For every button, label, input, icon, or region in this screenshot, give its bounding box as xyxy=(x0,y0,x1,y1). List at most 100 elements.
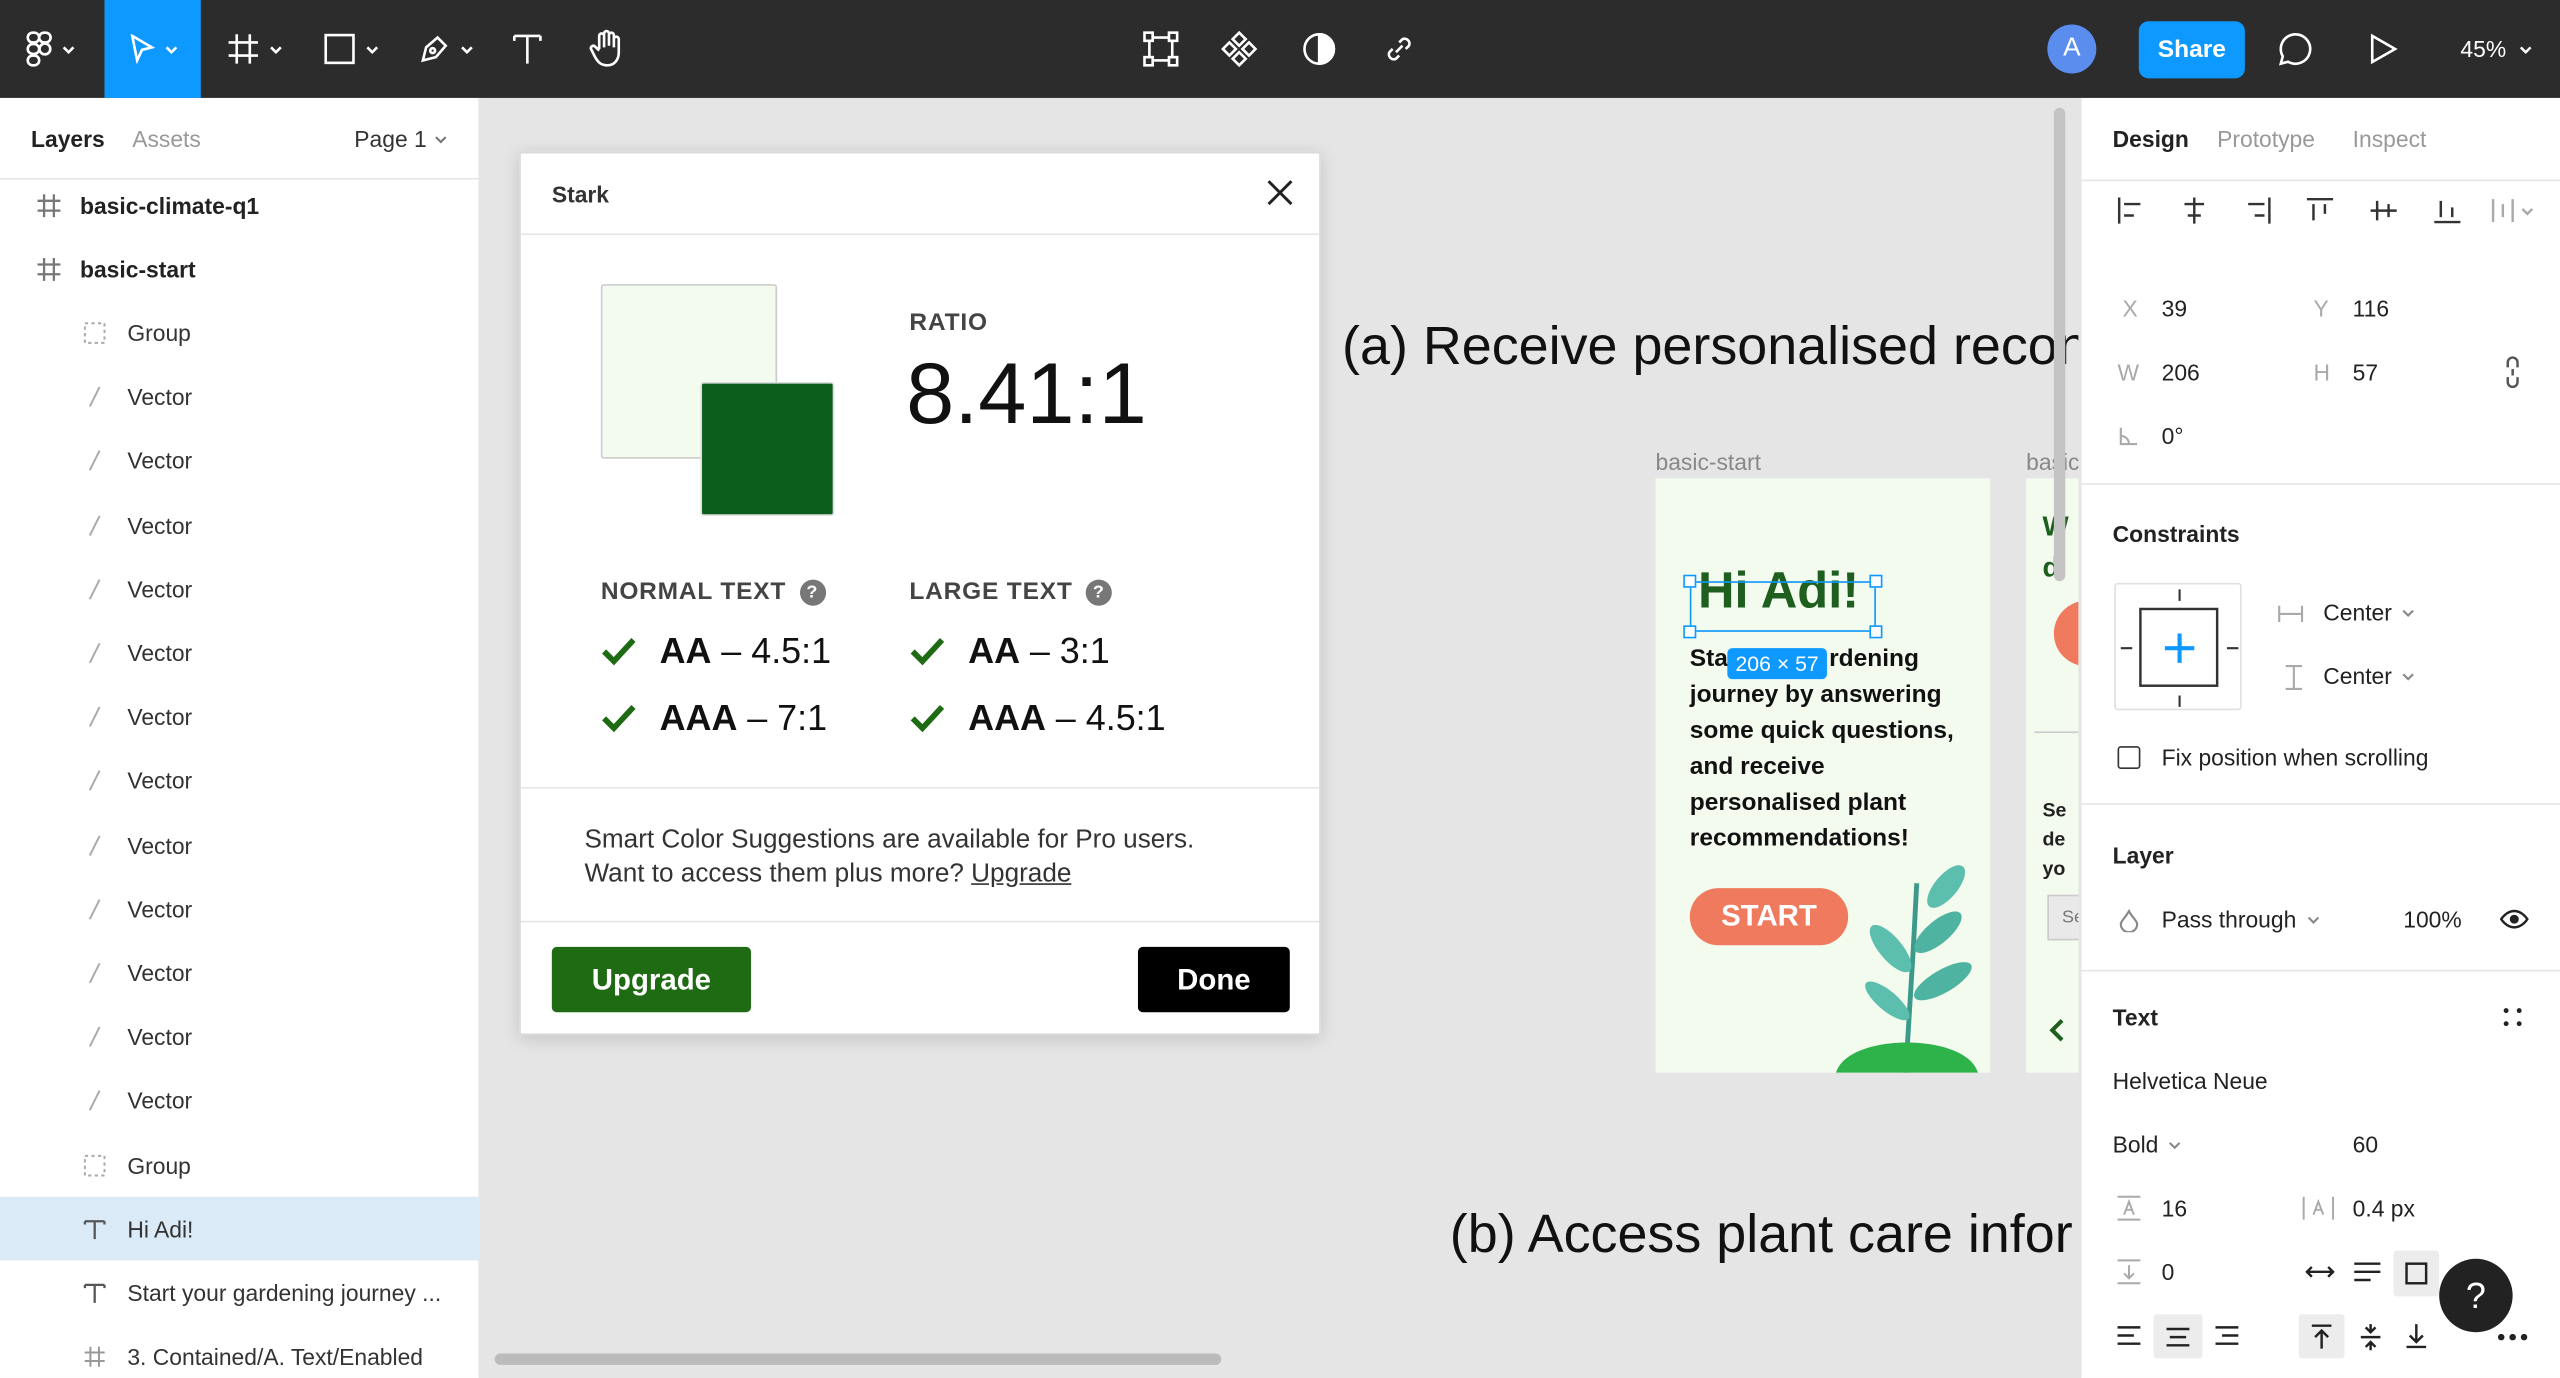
align-top-icon[interactable] xyxy=(2305,196,2334,225)
letter-spacing-input[interactable]: 0.4 px xyxy=(2353,1195,2415,1221)
layer-row[interactable]: Vector xyxy=(0,941,480,1005)
background-swatch[interactable] xyxy=(700,382,835,516)
help-icon[interactable]: ? xyxy=(799,578,826,605)
x-input[interactable]: 39 xyxy=(2162,296,2187,322)
layer-row[interactable]: Vector xyxy=(0,365,480,429)
pen-tool-button[interactable] xyxy=(408,0,483,98)
constraints-widget[interactable] xyxy=(2114,582,2242,711)
basic-start-frame[interactable]: Hi Adi! Sta rdening journey by answering … xyxy=(1655,478,1991,1073)
w-input[interactable]: 206 xyxy=(2162,359,2200,385)
eye-icon[interactable] xyxy=(2499,909,2529,929)
paragraph-spacing-input[interactable]: 0 xyxy=(2162,1259,2175,1285)
layer-row[interactable]: Vector xyxy=(0,493,480,557)
rotation-input[interactable]: 0° xyxy=(2162,423,2184,449)
more-options-icon[interactable] xyxy=(2497,1333,2528,1341)
help-icon[interactable]: ? xyxy=(1085,578,1112,605)
align-horizontal-center-icon[interactable] xyxy=(2180,196,2209,225)
vertical-scrollbar[interactable] xyxy=(2053,107,2066,582)
layer-row[interactable]: basic-start xyxy=(0,237,480,301)
align-left-icon[interactable] xyxy=(2116,196,2145,225)
mask-button[interactable] xyxy=(1291,0,1347,98)
blend-mode-dropdown[interactable]: Pass through xyxy=(2162,906,2320,932)
done-button[interactable]: Done xyxy=(1137,946,1290,1013)
distribute-icon[interactable] xyxy=(2490,196,2536,225)
y-input[interactable]: 116 xyxy=(2353,296,2389,322)
opacity-input[interactable]: 100% xyxy=(2403,906,2461,932)
main-menu-button[interactable] xyxy=(13,0,88,98)
user-avatar[interactable]: A xyxy=(2047,24,2097,74)
horizontal-constraint-dropdown[interactable]: Center xyxy=(2323,599,2414,625)
h-input[interactable]: 57 xyxy=(2353,359,2378,385)
link-button[interactable] xyxy=(1371,0,1427,98)
layer-row[interactable]: Start your gardening journey ... xyxy=(0,1261,480,1325)
close-button[interactable] xyxy=(1265,178,1294,207)
align-vertical-center-icon[interactable] xyxy=(2369,196,2398,225)
align-text-top-button[interactable] xyxy=(2298,1314,2345,1359)
line-height-input[interactable]: 16 xyxy=(2162,1195,2187,1221)
share-button[interactable]: Share xyxy=(2138,21,2245,79)
upgrade-link[interactable]: Upgrade xyxy=(971,860,1071,888)
text-styles-icon[interactable] xyxy=(2503,1007,2523,1027)
text-align-right-icon[interactable] xyxy=(2214,1326,2240,1346)
horizontal-scrollbar[interactable] xyxy=(494,1353,1222,1365)
upgrade-button[interactable]: Upgrade xyxy=(551,946,752,1013)
layer-row[interactable]: Vector xyxy=(0,749,480,813)
vector-icon xyxy=(78,1085,111,1118)
constrain-proportions-icon[interactable] xyxy=(2504,356,2520,389)
tab-assets[interactable]: Assets xyxy=(132,126,201,152)
layer-row[interactable]: Group xyxy=(0,1133,480,1197)
fix-position-checkbox[interactable] xyxy=(2117,746,2141,769)
create-component-button[interactable] xyxy=(1211,0,1267,98)
layer-row[interactable]: Vector xyxy=(0,685,480,749)
page-selector[interactable]: Page 1 xyxy=(354,126,448,152)
edit-object-button[interactable] xyxy=(1133,0,1189,98)
tab-layers[interactable]: Layers xyxy=(31,126,105,152)
frame-label-basic-start[interactable]: basic-start xyxy=(1656,449,1761,475)
align-bottom-icon[interactable] xyxy=(2433,196,2462,225)
layer-row[interactable]: Vector xyxy=(0,621,480,685)
layer-row[interactable]: Vector xyxy=(0,1005,480,1069)
text-align-center-button[interactable] xyxy=(2153,1314,2203,1359)
zoom-dropdown[interactable]: 45% xyxy=(2460,0,2532,98)
layer-row[interactable]: basic-climate-q1 xyxy=(0,173,480,237)
resize-handle-top-right[interactable] xyxy=(1869,574,1883,588)
font-family-dropdown[interactable]: Helvetica Neue xyxy=(2113,1068,2268,1094)
text-tool-button[interactable] xyxy=(498,0,557,98)
move-tool-button[interactable] xyxy=(104,0,201,98)
comments-button[interactable] xyxy=(2269,0,2321,98)
help-button[interactable]: ? xyxy=(2439,1258,2513,1333)
hand-tool-button[interactable] xyxy=(578,0,637,98)
align-right-icon[interactable] xyxy=(2243,196,2272,225)
frame-tool-button[interactable] xyxy=(217,0,292,98)
tab-design[interactable]: Design xyxy=(2113,126,2189,152)
resize-handle-bottom-left[interactable] xyxy=(1683,625,1697,639)
fixed-size-button[interactable] xyxy=(2393,1250,2440,1297)
basic-frame-partial[interactable]: W d Se de yo Se xyxy=(2026,478,2079,1073)
frame-label-basic[interactable]: basic xyxy=(2026,449,2078,475)
layer-row[interactable]: Group xyxy=(0,301,480,365)
layer-row[interactable]: Vector xyxy=(0,557,480,621)
align-text-bottom-icon[interactable] xyxy=(2405,1322,2428,1349)
font-size-input[interactable]: 60 xyxy=(2353,1131,2378,1157)
present-button[interactable] xyxy=(2358,0,2410,98)
shape-tool-button[interactable] xyxy=(313,0,388,98)
layer-row[interactable]: Hi Adi! xyxy=(0,1197,480,1261)
vertical-constraint-dropdown[interactable]: Center xyxy=(2323,663,2414,689)
auto-height-icon[interactable] xyxy=(2353,1260,2382,1283)
layer-name: Group xyxy=(127,319,191,346)
font-weight-dropdown[interactable]: Bold xyxy=(2113,1131,2182,1158)
tab-inspect[interactable]: Inspect xyxy=(2353,126,2427,152)
layer-row[interactable]: Vector xyxy=(0,813,480,877)
section-heading-b: (b) Access plant care infor xyxy=(1449,1203,2073,1264)
auto-width-icon[interactable] xyxy=(2305,1264,2335,1280)
text-align-left-icon[interactable] xyxy=(2116,1326,2142,1346)
layer-row[interactable]: Vector xyxy=(0,1069,480,1133)
layer-row[interactable]: Vector xyxy=(0,877,480,941)
align-text-middle-icon[interactable] xyxy=(2359,1322,2382,1351)
resize-handle-bottom-right[interactable] xyxy=(1869,625,1883,639)
selection-box[interactable] xyxy=(1689,581,1876,632)
layer-row[interactable]: Vector xyxy=(0,429,480,493)
resize-handle-top-left[interactable] xyxy=(1683,574,1697,588)
layer-row[interactable]: 3. Contained/A. Text/Enabled xyxy=(0,1325,480,1378)
tab-prototype[interactable]: Prototype xyxy=(2217,126,2315,152)
